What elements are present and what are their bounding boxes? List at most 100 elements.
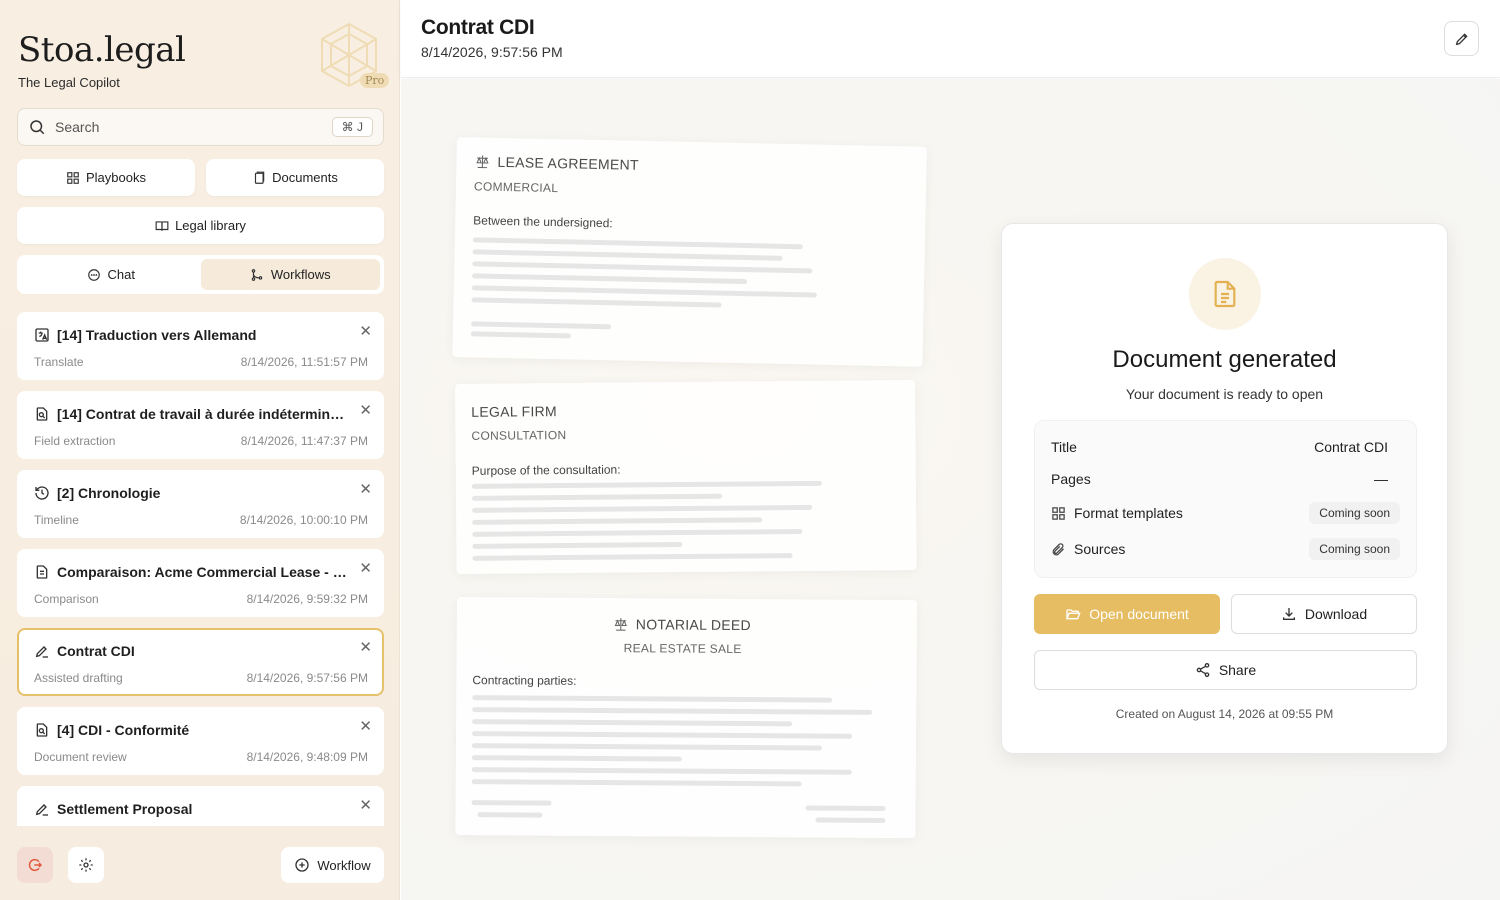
firm-subtitle: CONSULTATION bbox=[471, 428, 567, 443]
doc-search-icon bbox=[36, 723, 48, 737]
playbooks-label: Playbooks bbox=[86, 170, 146, 185]
folder-open-icon bbox=[1066, 609, 1081, 620]
text-line bbox=[472, 731, 853, 739]
paperclip-icon bbox=[1052, 542, 1064, 555]
meta-title-value: Contrat CDI bbox=[1314, 439, 1388, 455]
workflow-title-text: Settlement Proposal bbox=[57, 801, 193, 817]
text-line bbox=[472, 517, 763, 525]
close-icon[interactable]: ✕ bbox=[359, 324, 372, 339]
workflow-title: Settlement Proposal bbox=[34, 801, 350, 817]
history-icon bbox=[35, 486, 49, 500]
meta-format-key: Format templates bbox=[1051, 505, 1183, 521]
pro-badge: Pro bbox=[360, 73, 390, 88]
logout-button[interactable] bbox=[17, 847, 53, 883]
doc-compare-icon bbox=[36, 565, 48, 579]
tab-chat[interactable]: Chat bbox=[21, 259, 201, 290]
pencil-icon bbox=[1455, 32, 1468, 45]
doc-search-icon bbox=[36, 407, 48, 421]
scales-icon bbox=[476, 155, 489, 169]
download-icon bbox=[1282, 608, 1295, 620]
text-line bbox=[472, 261, 813, 274]
workflow-title-text: [14] Traduction vers Allemand bbox=[57, 327, 257, 343]
grid-icon bbox=[1052, 506, 1065, 520]
download-button[interactable]: Download bbox=[1231, 594, 1417, 634]
text-line bbox=[472, 237, 803, 250]
workflow-type: Comparison bbox=[34, 592, 99, 606]
tab-chat-label: Chat bbox=[107, 267, 135, 282]
page-date: 8/14/2026, 9:57:56 PM bbox=[421, 44, 563, 60]
gear-icon bbox=[79, 858, 93, 872]
documents-button[interactable]: Documents bbox=[206, 159, 384, 196]
workflow-title: [2] Chronologie bbox=[34, 485, 350, 501]
settings-button[interactable] bbox=[68, 847, 104, 883]
workflow-date: 8/14/2026, 11:51:57 PM bbox=[240, 355, 368, 369]
workflow-item[interactable]: [2] Chronologie ✕ Timeline 8/14/2026, 10… bbox=[17, 470, 384, 538]
workflow-item[interactable]: [4] CDI - Conformité ✕ Document review 8… bbox=[17, 707, 384, 775]
brand-tagline: The Legal Copilot bbox=[18, 75, 120, 90]
text-line bbox=[471, 480, 822, 489]
page-header: Contrat CDI 8/14/2026, 9:57:56 PM bbox=[401, 0, 1500, 78]
workflow-item[interactable]: Settlement Proposal ✕ bbox=[17, 786, 384, 826]
workflow-title: Contrat CDI bbox=[34, 643, 350, 659]
workflow-type: Translate bbox=[34, 355, 84, 369]
playbooks-button[interactable]: Playbooks bbox=[17, 159, 195, 196]
logout-icon bbox=[28, 859, 43, 871]
workflow-item[interactable]: [14] Traduction vers Allemand ✕ Translat… bbox=[17, 312, 384, 380]
workflow-type: Field extraction bbox=[34, 434, 116, 448]
workflow-date: 8/14/2026, 9:57:56 PM bbox=[246, 671, 368, 685]
deed-subtitle: REAL ESTATE SALE bbox=[623, 641, 742, 656]
text-line bbox=[472, 528, 803, 537]
workflow-type: Document review bbox=[34, 750, 127, 764]
text-line bbox=[472, 504, 813, 513]
close-icon[interactable]: ✕ bbox=[359, 482, 372, 497]
text-line bbox=[472, 719, 793, 727]
text-line bbox=[472, 273, 748, 285]
text-line bbox=[472, 695, 833, 703]
plus-circle-icon bbox=[295, 858, 310, 872]
share-label: Share bbox=[1218, 662, 1257, 678]
legal-library-button[interactable]: Legal library bbox=[17, 207, 384, 244]
open-document-button[interactable]: Open document bbox=[1034, 594, 1220, 634]
edit-button[interactable] bbox=[1444, 21, 1479, 56]
workflow-title-text: [4] CDI - Conformité bbox=[57, 722, 190, 738]
scales-icon bbox=[614, 618, 627, 631]
text-line bbox=[477, 812, 543, 818]
document-generated-card: Document generated Your document is read… bbox=[1001, 223, 1448, 754]
close-icon[interactable]: ✕ bbox=[359, 561, 372, 576]
documents-label: Documents bbox=[272, 170, 338, 185]
meta-sources-key: Sources bbox=[1051, 541, 1125, 557]
legal-library-label: Legal library bbox=[175, 218, 246, 233]
chat-icon bbox=[87, 268, 100, 281]
workflow-item-active[interactable]: Contrat CDI ✕ Assisted drafting 8/14/202… bbox=[17, 628, 384, 696]
sidebar: Stoa.legal The Legal Copilot Pro Search … bbox=[0, 0, 400, 900]
close-icon[interactable]: ✕ bbox=[359, 798, 372, 813]
meta-pages-row: Pages — bbox=[1051, 471, 1388, 487]
close-icon[interactable]: ✕ bbox=[359, 403, 372, 418]
workflow-title: [14] Traduction vers Allemand bbox=[34, 327, 350, 343]
card-title: Document generated bbox=[1112, 346, 1337, 373]
lease-title-text: LEASE AGREEMENT bbox=[497, 153, 640, 173]
workflow-item[interactable]: Comparaison: Acme Commercial Lease - Ver… bbox=[17, 549, 384, 617]
close-icon[interactable]: ✕ bbox=[359, 719, 372, 734]
text-line bbox=[472, 707, 873, 715]
text-line bbox=[471, 743, 822, 751]
firm-label: Purpose of the consultation: bbox=[471, 462, 621, 478]
close-icon[interactable]: ✕ bbox=[359, 640, 372, 655]
text-line bbox=[815, 817, 886, 823]
share-button[interactable]: Share bbox=[1034, 650, 1417, 690]
new-workflow-button[interactable]: Workflow bbox=[281, 847, 384, 883]
lease-preview-title: LEASE AGREEMENT bbox=[474, 153, 640, 173]
new-workflow-label: Workflow bbox=[317, 857, 371, 873]
workflow-type: Timeline bbox=[34, 513, 79, 527]
share-icon bbox=[1196, 663, 1210, 677]
search-placeholder: Search bbox=[55, 119, 100, 135]
open-document-label: Open document bbox=[1089, 606, 1189, 622]
meta-sources-label: Sources bbox=[1074, 541, 1126, 557]
text-line bbox=[471, 779, 802, 787]
workflow-date: 8/14/2026, 9:48:09 PM bbox=[246, 750, 368, 764]
workflow-item[interactable]: [14] Contrat de travail à durée indéterm… bbox=[17, 391, 384, 459]
tab-workflows[interactable]: Workflows bbox=[200, 259, 380, 290]
pen-icon bbox=[35, 646, 48, 658]
workflow-title: [4] CDI - Conformité bbox=[34, 722, 350, 738]
search-input[interactable]: Search ⌘ J bbox=[17, 108, 384, 146]
